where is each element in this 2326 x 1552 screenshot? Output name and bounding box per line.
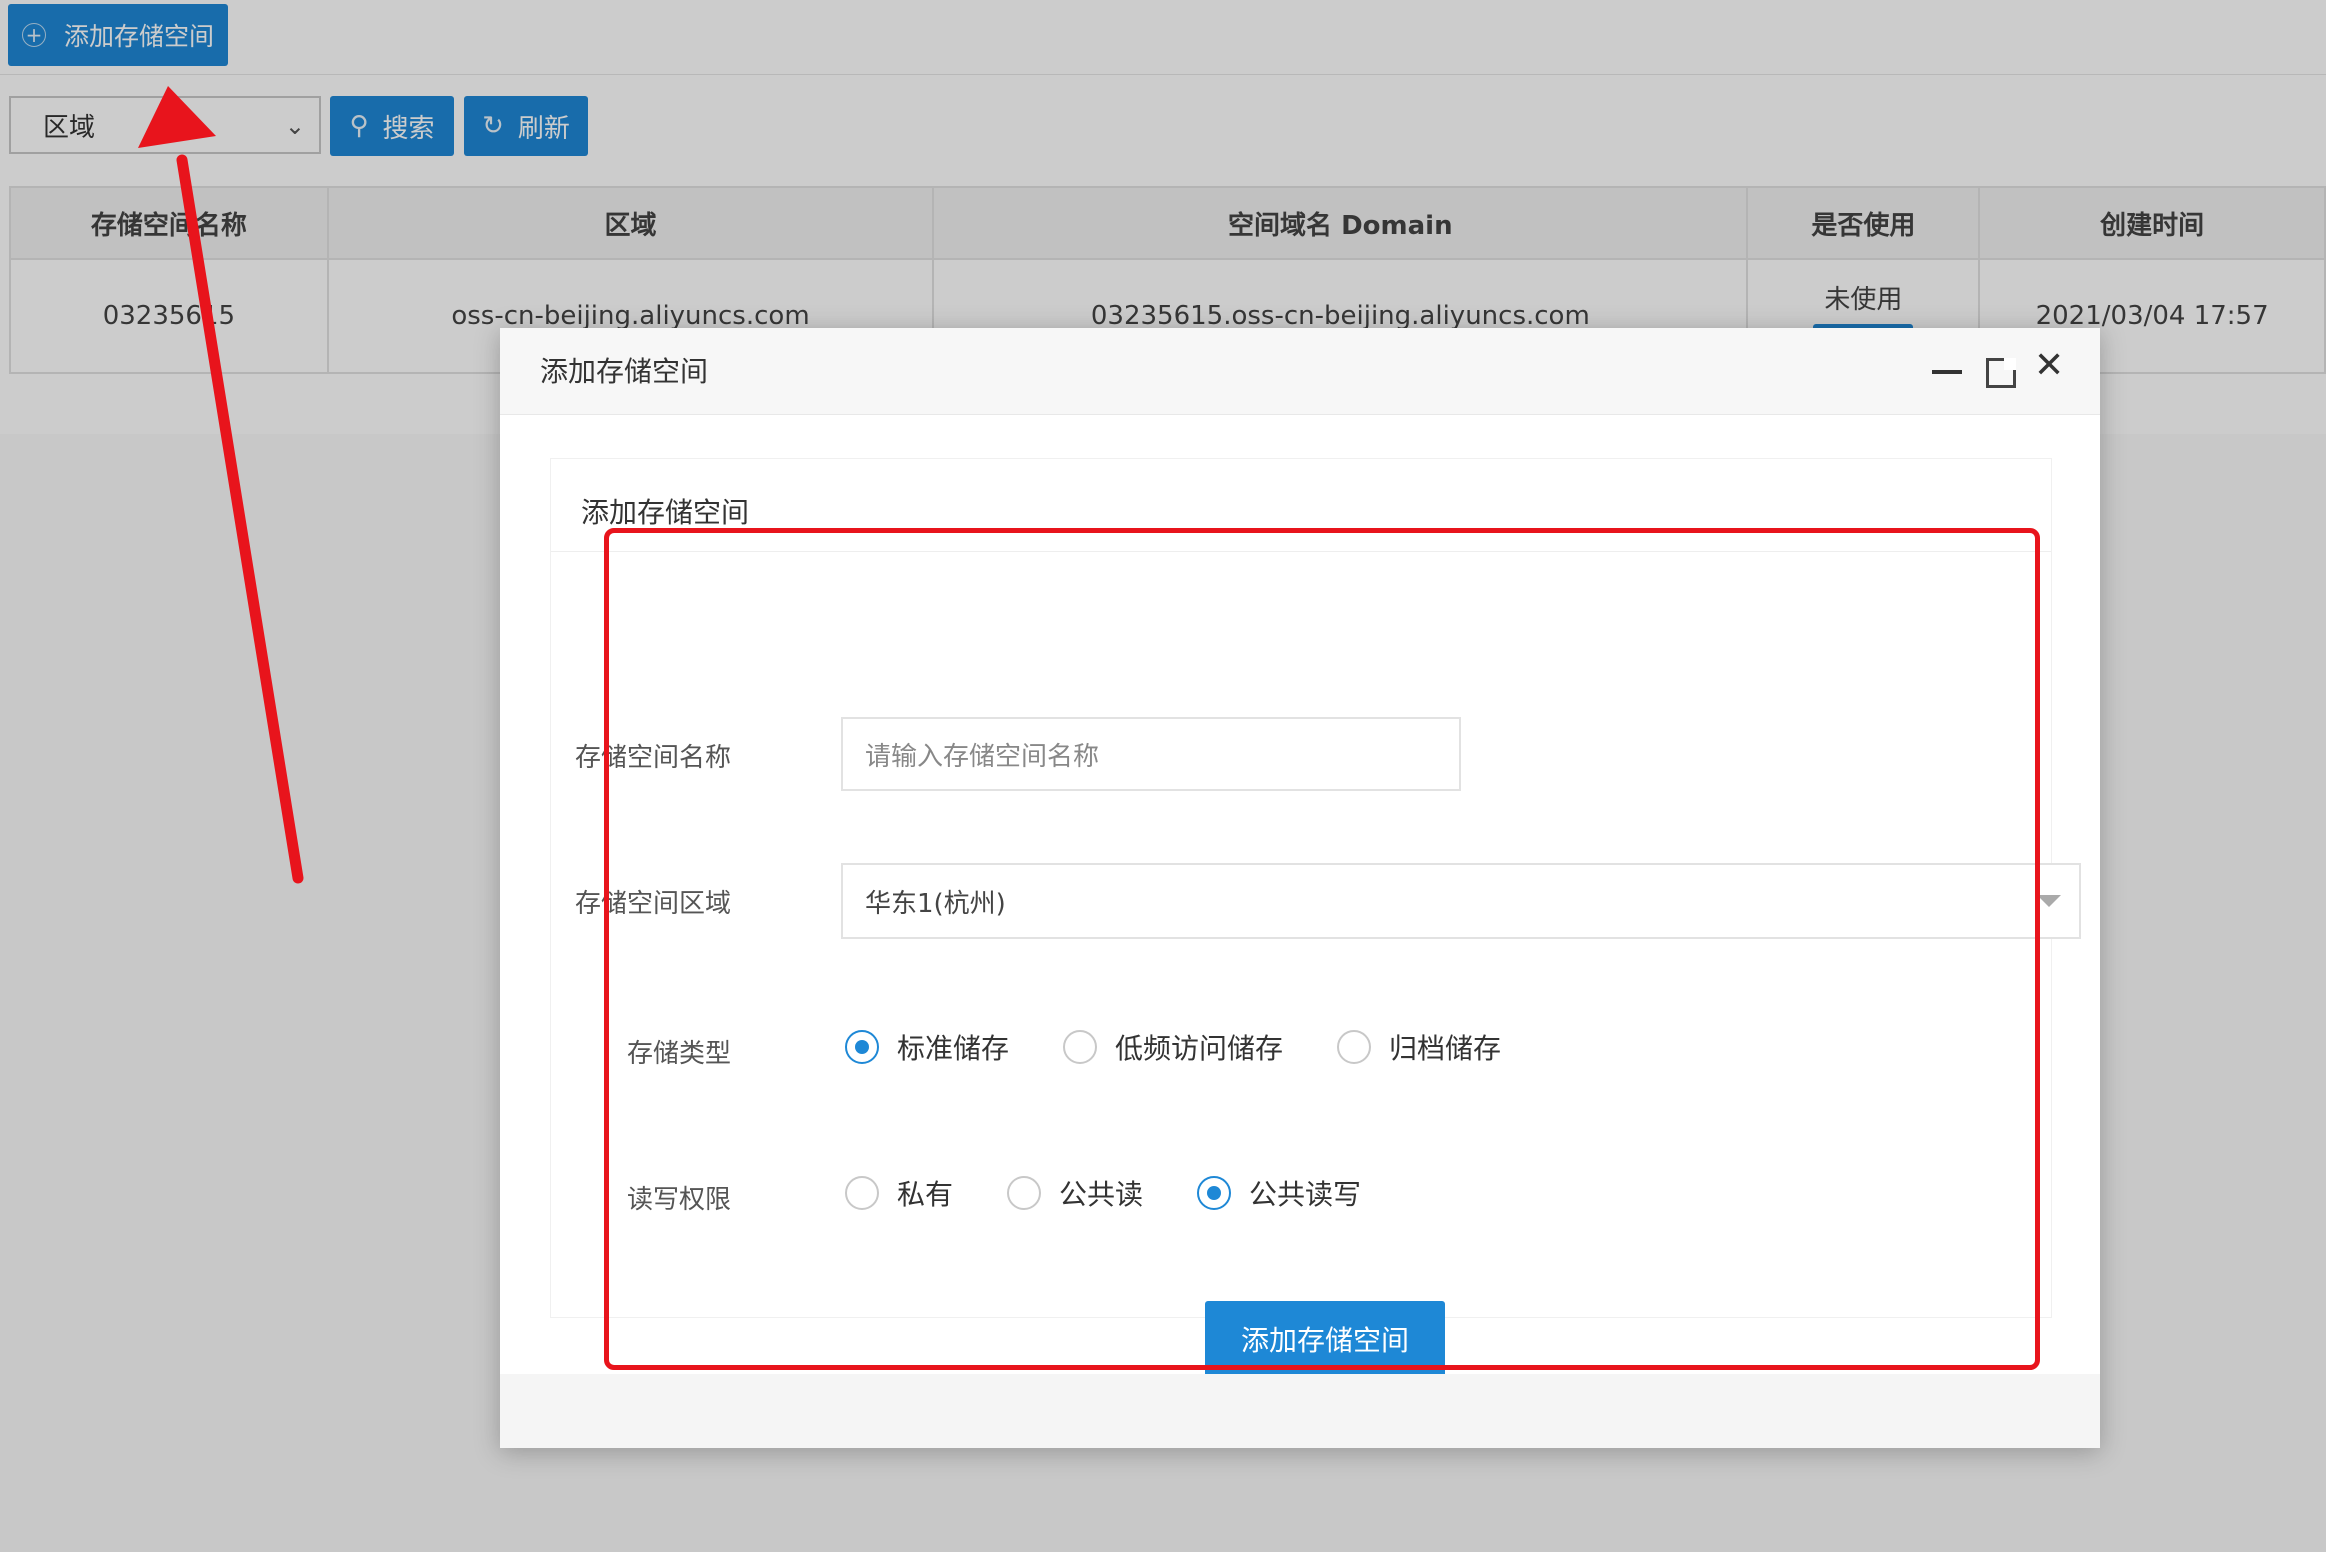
minimize-icon[interactable]	[1932, 370, 1962, 374]
dialog-footer	[500, 1374, 2100, 1448]
close-icon[interactable]: ✕	[2034, 348, 2064, 384]
dialog-header[interactable]: 添加存储空间 ✕	[500, 328, 2100, 415]
red-highlight-box	[604, 528, 2040, 1370]
maximize-icon[interactable]	[1986, 358, 2016, 388]
card-title: 添加存储空间	[581, 496, 750, 529]
caret-down-icon	[2037, 895, 2061, 907]
dialog-title: 添加存储空间	[540, 355, 709, 388]
